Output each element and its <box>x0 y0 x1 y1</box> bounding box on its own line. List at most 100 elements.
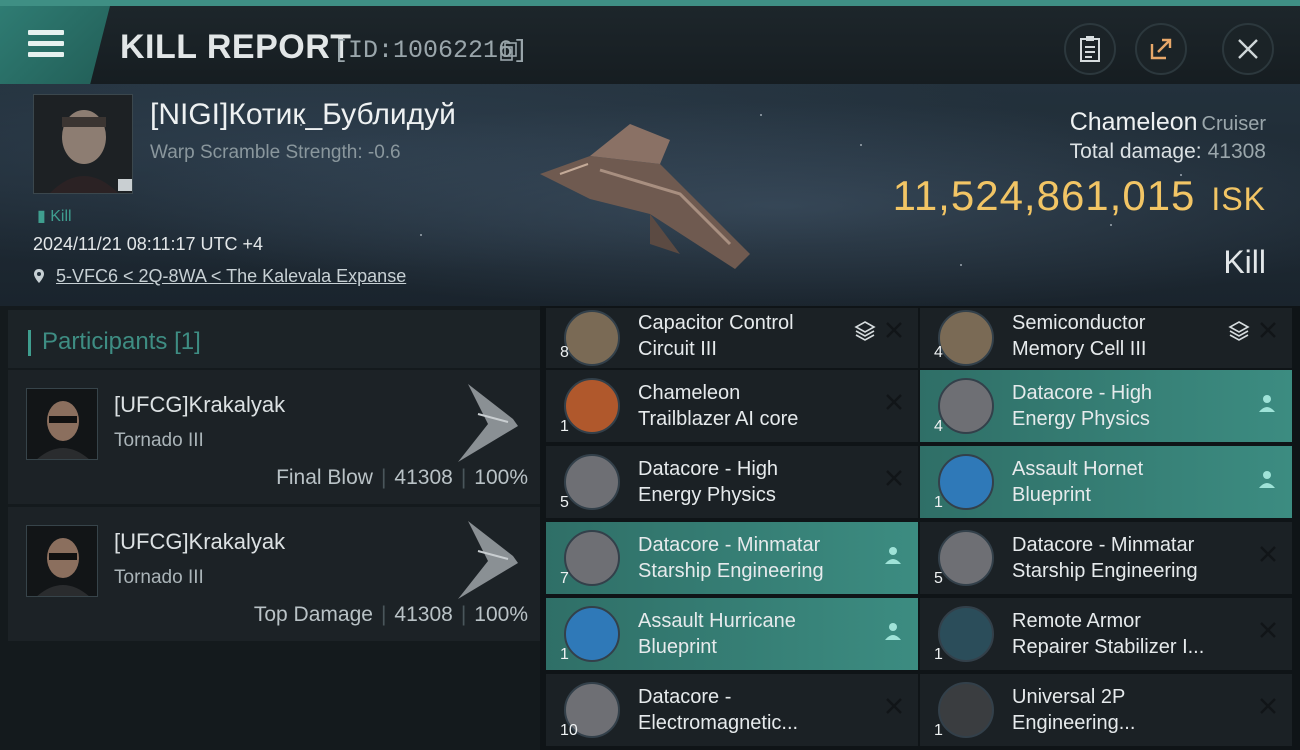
destroyed-x-icon <box>1260 622 1276 638</box>
item-tile[interactable]: 1 Universal 2P Engineering... <box>920 674 1292 746</box>
rig-icon <box>938 310 994 366</box>
participant-ship: Tornado III <box>114 567 204 588</box>
location-text[interactable]: 5-VFC6 < 2Q-8WA < The Kalevala Expanse <box>56 266 406 286</box>
participant-name[interactable]: [UFCG]Krakalyak <box>114 529 285 555</box>
clipboard-button[interactable] <box>1064 23 1116 75</box>
rig-icon <box>564 310 620 366</box>
victim-ship-image[interactable] <box>530 104 770 284</box>
stack-icon <box>854 321 876 341</box>
person-icon[interactable] <box>1256 392 1278 414</box>
kill-tag: ▮ Kill <box>37 208 72 225</box>
item-name: Datacore - Minmatar Starship Engineering <box>1012 534 1198 582</box>
item-quantity: 1 <box>560 418 569 435</box>
destroyed-x-icon <box>886 394 902 410</box>
participant-stats: Final Blow | 41308 | 100% <box>276 466 528 489</box>
page-title: KILL REPORT <box>120 28 352 66</box>
participant-ship-image <box>458 384 518 462</box>
participant-name[interactable]: [UFCG]Krakalyak <box>114 392 285 418</box>
item-quantity: 8 <box>560 344 569 361</box>
close-icon <box>1238 39 1258 59</box>
blueprint-icon <box>938 454 994 510</box>
menu-button[interactable] <box>0 6 110 84</box>
datacore-icon <box>564 454 620 510</box>
item-name: Datacore - Minmatar Starship Engineering <box>638 534 824 582</box>
destroyed-x-icon <box>886 322 902 338</box>
dropped-items-grid: 8 Capacitor Control Circuit III 4 Semiconduc… <box>540 306 1300 750</box>
victim-avatar[interactable] <box>33 94 133 194</box>
item-name: Semiconductor Memory Cell III <box>1012 312 1147 360</box>
copy-icon[interactable] <box>500 42 518 62</box>
item-name: Assault Hurricane Blueprint <box>638 610 796 658</box>
item-quantity: 1 <box>934 494 943 511</box>
participant-ship-image <box>458 521 518 599</box>
participant-card[interactable]: [UFCG]Krakalyak Tornado III Top Damage | 4… <box>8 507 540 641</box>
close-button[interactable] <box>1222 23 1274 75</box>
item-name: Capacitor Control Circuit III <box>638 312 794 360</box>
ai-core-icon <box>564 378 620 434</box>
item-name: Assault Hornet Blueprint <box>1012 458 1144 506</box>
participant-avatar[interactable] <box>26 388 98 460</box>
isk-value: 11,524,861,015 ISK <box>892 172 1266 219</box>
participant-stats: Top Damage | 41308 | 100% <box>253 603 528 626</box>
warp-scramble-strength: Warp Scramble Strength: -0.6 <box>150 142 401 163</box>
person-icon[interactable] <box>882 620 904 642</box>
blueprint-icon <box>564 606 620 662</box>
kill-timestamp: 2024/11/21 08:11:17 UTC +4 <box>33 234 264 254</box>
item-tile[interactable]: 5 Datacore - High Energy Physics <box>546 446 918 518</box>
item-name: Remote Armor Repairer Stabilizer I... <box>1012 610 1205 658</box>
clipboard-icon <box>1080 36 1100 62</box>
person-icon[interactable] <box>1256 468 1278 490</box>
header-bar: KILL REPORT [ID:10062216] <box>0 0 1300 84</box>
participant-card[interactable]: [UFCG]Krakalyak Tornado III Final Blow | 4… <box>8 370 540 504</box>
item-name: Datacore - High Energy Physics <box>638 458 779 506</box>
component-icon <box>938 682 994 738</box>
location-pin-icon <box>34 269 44 283</box>
person-icon[interactable] <box>882 544 904 566</box>
item-tile[interactable]: 8 Capacitor Control Circuit III <box>546 308 918 368</box>
item-tile[interactable]: 4 Datacore - High Energy Physics <box>920 370 1292 442</box>
item-tile[interactable]: 5 Datacore - Minmatar Starship Engineering <box>920 522 1292 594</box>
destroyed-x-icon <box>1260 698 1276 714</box>
total-damage: Total damage: 41308 <box>1069 140 1266 163</box>
datacore-icon <box>938 530 994 586</box>
item-tile[interactable]: 4 Semiconductor Memory Cell III <box>920 308 1292 368</box>
stack-icon <box>1228 321 1250 341</box>
item-name: Datacore - High Energy Physics <box>1012 382 1153 430</box>
victim-name[interactable]: [NIGI]Котик_Бублидуй <box>150 98 456 132</box>
share-icon <box>1150 38 1172 60</box>
participant-avatar[interactable] <box>26 525 98 597</box>
participants-panel: Participants [1] [UFCG]Krakalyak Tornado… <box>0 306 540 750</box>
item-quantity: 5 <box>934 570 943 587</box>
item-tile[interactable]: 7 Datacore - Minmatar Starship Engineering <box>546 522 918 594</box>
item-quantity: 1 <box>934 646 943 663</box>
kill-id: [ID:10062216] <box>333 36 529 65</box>
kill-type: Kill <box>1223 244 1266 280</box>
share-button[interactable] <box>1135 23 1187 75</box>
destroyed-x-icon <box>886 470 902 486</box>
item-tile[interactable]: 1 Assault Hurricane Blueprint <box>546 598 918 670</box>
participant-ship: Tornado III <box>114 430 204 451</box>
module-icon <box>938 606 994 662</box>
item-quantity: 4 <box>934 418 943 435</box>
destroyed-x-icon <box>886 698 902 714</box>
item-tile[interactable]: 10 Datacore - Electromagnetic... <box>546 674 918 746</box>
hamburger-icon <box>28 30 64 58</box>
item-quantity: 7 <box>560 570 569 587</box>
item-name: Datacore - Electromagnetic... <box>638 686 799 734</box>
item-quantity: 1 <box>934 722 943 739</box>
destroyed-x-icon <box>1260 546 1276 562</box>
datacore-icon <box>564 530 620 586</box>
item-name: Universal 2P Engineering... <box>1012 686 1136 734</box>
destroyed-x-icon <box>1260 322 1276 338</box>
item-quantity: 5 <box>560 494 569 511</box>
item-name: Chameleon Trailblazer AI core <box>638 382 799 430</box>
victim-ship-name[interactable]: Chameleon Cruiser <box>1070 108 1266 137</box>
datacore-icon <box>938 378 994 434</box>
location-link[interactable]: 5-VFC6 < 2Q-8WA < The Kalevala Expanse <box>33 266 406 287</box>
item-tile[interactable]: 1 Assault Hornet Blueprint <box>920 446 1292 518</box>
item-quantity: 1 <box>560 646 569 663</box>
item-quantity: 4 <box>934 344 943 361</box>
victim-banner: [NIGI]Котик_Бублидуй Warp Scramble Stren… <box>0 84 1300 306</box>
item-tile[interactable]: 1 Remote Armor Repairer Stabilizer I... <box>920 598 1292 670</box>
item-tile[interactable]: 1 Chameleon Trailblazer AI core <box>546 370 918 442</box>
